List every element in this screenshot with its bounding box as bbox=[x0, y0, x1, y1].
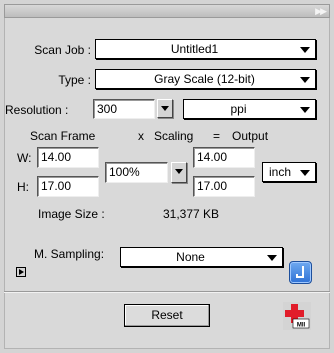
panel-title-bar: ▶▶ bbox=[4, 4, 330, 18]
scan-job-value: Untitled1 bbox=[170, 42, 219, 56]
sampling-label: M. Sampling: bbox=[34, 247, 105, 261]
scaling-header: Scaling bbox=[154, 129, 194, 143]
image-size-label: Image Size : bbox=[38, 207, 105, 221]
chevron-down-icon bbox=[300, 77, 310, 83]
chevron-down-icon bbox=[300, 47, 310, 53]
bracket-icon bbox=[296, 266, 304, 278]
scan-settings-panel: ▶▶ Scan Job : Untitled1 Type : Gray Scal… bbox=[0, 0, 334, 353]
width-label: W: bbox=[17, 151, 32, 165]
medical-logo-icon[interactable]: MII bbox=[283, 302, 311, 330]
chevron-down-icon bbox=[300, 107, 310, 113]
scaling-input[interactable]: 100% bbox=[105, 162, 168, 183]
double-chevron-right-icon[interactable]: ▶▶ bbox=[315, 5, 327, 17]
chevron-down-icon bbox=[267, 255, 277, 261]
output-header: Output bbox=[232, 129, 269, 143]
chevron-down-icon bbox=[175, 169, 183, 174]
output-height-input[interactable]: 17.00 bbox=[193, 176, 255, 197]
scan-height-input[interactable]: 17.00 bbox=[37, 176, 99, 197]
chevron-down-icon bbox=[300, 170, 310, 176]
image-size-value: 31,377 KB bbox=[163, 207, 220, 221]
resolution-label: Resolution : bbox=[5, 103, 69, 117]
sampling-dropdown[interactable]: None bbox=[120, 247, 283, 267]
sampling-value: None bbox=[176, 250, 205, 264]
divider bbox=[4, 291, 330, 293]
logo-text: MII bbox=[297, 323, 306, 329]
scan-job-label: Scan Job : bbox=[34, 43, 91, 57]
scan-frame-header: Scan Frame bbox=[30, 129, 96, 143]
output-width-input[interactable]: 14.00 bbox=[193, 147, 255, 168]
type-dropdown[interactable]: Gray Scale (12-bit) bbox=[95, 69, 316, 89]
equals-sign: = bbox=[213, 129, 221, 143]
resolution-unit-value: ppi bbox=[230, 102, 247, 116]
reset-button[interactable]: Reset bbox=[124, 304, 210, 327]
resolution-unit-dropdown[interactable]: ppi bbox=[183, 99, 316, 119]
output-unit-dropdown[interactable]: inch bbox=[262, 162, 316, 182]
chevron-down-icon bbox=[161, 106, 169, 111]
scan-width-input[interactable]: 14.00 bbox=[37, 147, 99, 168]
scaling-combo-button[interactable] bbox=[171, 162, 187, 183]
scan-job-dropdown[interactable]: Untitled1 bbox=[95, 39, 316, 59]
height-label: H: bbox=[17, 180, 29, 194]
resolution-combo-button[interactable] bbox=[157, 99, 173, 118]
resolution-input[interactable]: 300 bbox=[93, 99, 155, 119]
times-sign: x bbox=[138, 129, 144, 143]
type-label: Type : bbox=[58, 73, 91, 87]
type-value: Gray Scale (12-bit) bbox=[154, 72, 255, 86]
apply-button[interactable] bbox=[289, 261, 312, 284]
expand-triangle-icon[interactable] bbox=[16, 267, 26, 277]
output-unit-value: inch bbox=[268, 165, 291, 179]
